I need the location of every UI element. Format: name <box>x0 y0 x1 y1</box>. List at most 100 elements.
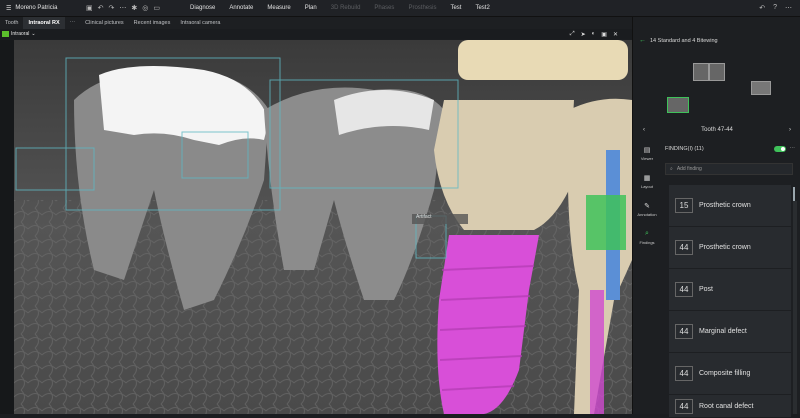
pencil-icon: ✎ <box>644 202 650 210</box>
viewer-icon: ▤ <box>643 146 651 154</box>
tooth-number: 15 <box>675 198 693 213</box>
right-panel: ← 14 Standard and 4 Bitewing ‹ Tooth 47-… <box>632 17 800 417</box>
finding-label: Composite filling <box>699 370 751 377</box>
more-icon[interactable]: ⋯ <box>785 4 792 12</box>
tab-intraoral-rx[interactable]: Intraoral RX <box>23 17 65 29</box>
series-title: 14 Standard and 4 Bitewing <box>650 37 718 44</box>
tooth-range: Tooth 47-44 <box>701 127 733 133</box>
list-item[interactable]: 44 Post <box>669 269 795 310</box>
layout-icon: ▦ <box>643 174 651 182</box>
chevron-right-icon[interactable]: › <box>789 127 791 133</box>
left-strip <box>0 40 14 414</box>
add-finding-placeholder: Add finding <box>676 166 702 172</box>
tooth-number: 44 <box>675 398 693 414</box>
more-icon[interactable]: ⋯ <box>119 4 126 12</box>
finding-label: Marginal defect <box>699 328 747 335</box>
sidebar-item-annotation[interactable]: ✎ Annotation <box>633 195 661 223</box>
cursor-icon[interactable]: ➤ <box>581 31 586 38</box>
contrast-icon[interactable]: ◐ <box>592 31 596 38</box>
tab-clinical-pictures[interactable]: Clinical pictures <box>80 17 129 29</box>
thumbnail-selected[interactable] <box>667 97 689 113</box>
sidebar-label: Viewer <box>640 155 654 161</box>
viewer-subbar: Intraoral ⌄ ⤢ ➤ ◐ ▣ ✕ <box>0 29 632 39</box>
series-title-row[interactable]: ← 14 Standard and 4 Bitewing <box>639 37 718 44</box>
menu-measure[interactable]: Measure <box>267 5 290 11</box>
tooth-navigator: ‹ Tooth 47-44 › <box>633 123 800 137</box>
sidebar-label: Layout <box>640 183 653 189</box>
thumbnail-grid <box>633 57 800 127</box>
sidebar-item-layout[interactable]: ▦ Layout <box>633 167 661 195</box>
viewer-tools: ⤢ ➤ ◐ ▣ ✕ <box>570 31 632 38</box>
help-icon[interactable]: ? <box>773 4 777 12</box>
window-controls: ↶ ? ⋯ <box>759 4 800 12</box>
image-type-label: Intraoral <box>11 31 30 37</box>
sidebar-item-findings[interactable]: ⌕ Findings <box>633 223 661 251</box>
findings-list: 15 Prosthetic crown 44 Prosthetic crown … <box>669 185 795 418</box>
camera-icon[interactable]: ◎ <box>142 4 148 12</box>
tooth-number: 44 <box>675 240 693 255</box>
patient-selector[interactable]: ☰ Moreno Patricia <box>0 5 82 12</box>
chevron-left-icon[interactable]: ‹ <box>643 127 645 133</box>
sidebar-item-viewer[interactable]: ▤ Viewer <box>633 139 661 167</box>
finding-label: Root canal defect <box>699 402 754 410</box>
findings-header: FINDING(I) (11) ⋯ <box>665 143 795 155</box>
search-icon: ⌕ <box>670 166 673 172</box>
menu-diagnose[interactable]: Diagnose <box>190 5 215 11</box>
list-item[interactable]: 15 Prosthetic crown <box>669 185 795 226</box>
sidebar-label: Findings <box>639 239 655 245</box>
xray-image <box>14 40 632 414</box>
findings-count: FINDING(I) (11) <box>665 146 704 152</box>
list-item[interactable]: 44 Prosthetic crown <box>669 227 795 268</box>
implant-crown-segmentation <box>434 100 574 230</box>
add-finding-input[interactable]: ⌕ Add finding <box>665 163 793 175</box>
tooth-number: 44 <box>675 324 693 339</box>
undo-icon[interactable]: ↶ <box>759 4 765 12</box>
tab-recent-images[interactable]: Recent images <box>129 17 176 29</box>
finding-label: Prosthetic crown <box>699 202 751 209</box>
top-bar: ☰ Moreno Patricia ▣ ↶ ↷ ⋯ ✱ ◎ ▭ Diagnose… <box>0 0 800 17</box>
image-type-selector[interactable]: Intraoral ⌄ <box>0 31 36 37</box>
main-menu: Diagnose Annotate Measure Plan 3D Rebuil… <box>190 5 490 11</box>
redo-icon[interactable]: ↷ <box>109 4 115 12</box>
composite-filling-segmentation <box>586 195 626 250</box>
tab-intraoral-camera[interactable]: Intraoral camera <box>175 17 225 29</box>
user-icon: ☰ <box>6 5 12 12</box>
menu-3d-rebuild: 3D Rebuild <box>330 5 361 11</box>
findings-toggle[interactable] <box>773 146 786 152</box>
tooth-number: 44 <box>675 366 693 381</box>
annotation-tag[interactable]: Artifact <box>416 214 432 220</box>
menu-test[interactable]: Test <box>450 5 461 11</box>
findings-icon: ⌕ <box>645 229 649 237</box>
sidebar-label: Annotation <box>637 211 657 217</box>
fit-icon[interactable]: ▣ <box>601 31 607 38</box>
thumbnail[interactable] <box>751 81 771 95</box>
menu-annotate[interactable]: Annotate <box>229 5 253 11</box>
undo-icon[interactable]: ↶ <box>98 4 104 12</box>
xray-viewer[interactable]: Artifact <box>14 40 632 414</box>
save-icon[interactable]: ▣ <box>86 4 93 12</box>
settings-icon[interactable]: ✱ <box>131 4 137 12</box>
thumbnail[interactable] <box>709 63 725 81</box>
menu-test2[interactable]: Test2 <box>475 5 489 11</box>
findings-scrollbar[interactable] <box>793 201 797 414</box>
list-item[interactable]: 44 Composite filling <box>669 353 795 394</box>
list-item[interactable]: 44 Marginal defect <box>669 311 795 352</box>
panel-sidebar: ▤ Viewer ▦ Layout ✎ Annotation ⌕ Finding… <box>633 139 661 414</box>
close-icon[interactable]: ✕ <box>613 31 618 38</box>
root-canal-segmentation <box>590 290 604 414</box>
patient-name: Moreno Patricia <box>15 5 58 11</box>
finding-label: Post <box>699 286 714 293</box>
menu-phases: Phases <box>374 5 395 11</box>
image-tabs: Tooth Intraoral RX ⋯ Clinical pictures R… <box>0 17 632 29</box>
image-type-color-icon <box>2 31 9 37</box>
tab-tooth[interactable]: Tooth <box>0 17 23 29</box>
thumbnail[interactable] <box>693 63 709 81</box>
finding-label: Prosthetic crown <box>699 244 751 251</box>
menu-plan[interactable]: Plan <box>305 5 317 11</box>
back-arrow-icon[interactable]: ← <box>639 37 646 44</box>
tab-more-icon[interactable]: ⋯ <box>65 17 81 29</box>
expand-icon[interactable]: ⤢ <box>570 31 575 38</box>
print-icon[interactable]: ▭ <box>153 4 160 12</box>
toolbar-icons: ▣ ↶ ↷ ⋯ ✱ ◎ ▭ <box>82 4 164 12</box>
more-icon[interactable]: ⋯ <box>790 146 796 152</box>
